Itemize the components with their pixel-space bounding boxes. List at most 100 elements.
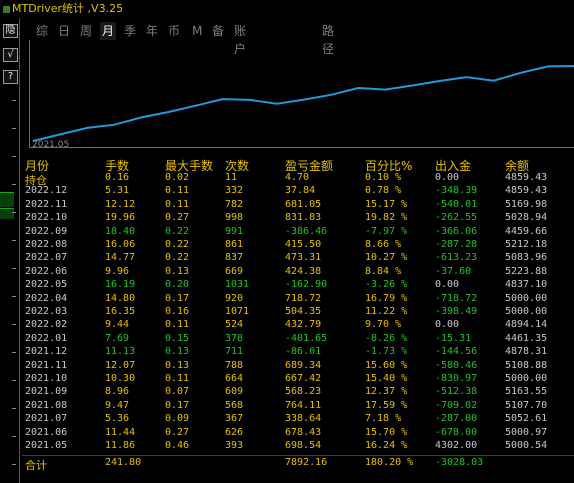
- table-cell-pct: 16.79 %: [365, 292, 408, 304]
- tab-week[interactable]: 周: [80, 22, 92, 40]
- tab-quarter[interactable]: 季: [124, 22, 136, 40]
- table-cell-balance: 4461.35: [505, 332, 548, 344]
- scale-tick: [12, 352, 16, 353]
- table-cell-month: 2021.05: [25, 440, 68, 451]
- window-title-bar: MTDriver统计 ,V3.25: [0, 0, 574, 18]
- tab-note[interactable]: 备: [212, 22, 224, 40]
- table-cell-flow: 0.00: [435, 319, 460, 331]
- scale-tick: [12, 240, 16, 241]
- table-cell-month: 2021.07: [25, 413, 68, 425]
- table-cell-count: 378: [225, 332, 244, 344]
- table-cell-pnl: -86.01: [285, 346, 322, 358]
- table-cell-count: 367: [225, 413, 244, 425]
- scale-tick: [12, 380, 16, 381]
- table-cell-flow: 4302.00: [435, 440, 478, 451]
- tab-month[interactable]: 月: [100, 22, 117, 40]
- table-cell-balance: 5107.70: [505, 399, 548, 411]
- table-cell-max-lots: 0.22: [165, 225, 190, 237]
- table-cell-month: 2022.05: [25, 279, 68, 291]
- balance-chart: [32, 65, 574, 142]
- table-cell-lots: 8.96: [105, 386, 130, 398]
- hide-button[interactable]: 隐: [3, 24, 18, 38]
- table-cell-count: 332: [225, 185, 244, 197]
- tab-day[interactable]: 日: [58, 22, 70, 40]
- table-cell-max-lots: 0.27: [165, 426, 190, 438]
- total-cash-flow: -3028.03: [435, 457, 484, 469]
- table-cell-balance: 5000.97: [505, 426, 548, 438]
- table-cell-pnl: 678.43: [285, 426, 322, 438]
- table-cell-pct: 17.59 %: [365, 399, 408, 411]
- table-cell-month: 2022.01: [25, 332, 68, 344]
- table-cell-flow: -366.06: [435, 225, 478, 237]
- check-button[interactable]: √: [3, 48, 18, 62]
- app-icon: [3, 5, 10, 13]
- table-cell-balance: 5163.55: [505, 386, 548, 398]
- tab-currency[interactable]: 币: [168, 22, 180, 40]
- table-cell-flow: -613.23: [435, 252, 478, 264]
- table-cell-pct: 16.24 %: [365, 440, 408, 451]
- table-cell-max-lots: 0.07: [165, 386, 190, 398]
- table-cell-max-lots: 0.11: [165, 373, 190, 384]
- table-cell-lots: 14.80: [105, 292, 136, 304]
- table-cell-max-lots: 0.17: [165, 292, 190, 304]
- table-cell-flow: 0.00: [435, 172, 460, 183]
- total-percent: 180.20 %: [365, 457, 414, 469]
- tab-year[interactable]: 年: [146, 22, 158, 40]
- table-cell-pnl: 689.34: [285, 359, 322, 371]
- table-cell-max-lots: 0.02: [165, 172, 190, 183]
- table-cell-flow: -287.28: [435, 239, 478, 250]
- table-cell-max-lots: 0.17: [165, 399, 190, 411]
- table-cell-month: 2022.10: [25, 212, 68, 224]
- table-cell-max-lots: 0.09: [165, 413, 190, 425]
- table-cell-flow: -830.97: [435, 373, 478, 384]
- table-cell-balance: 5000.00: [505, 306, 548, 317]
- table-cell-count: 669: [225, 265, 244, 277]
- table-cell-count: 711: [225, 346, 244, 358]
- table-cell-lots: 9.96: [105, 265, 130, 277]
- table-cell-count: 568: [225, 399, 244, 411]
- table-cell-pct: 0.10 %: [365, 172, 402, 183]
- side-indicator-bar: [0, 208, 14, 219]
- table-cell-pnl: 415.50: [285, 239, 322, 250]
- table-cell-count: 609: [225, 386, 244, 398]
- table-cell-pnl: 831.83: [285, 212, 322, 224]
- table-cell-count: 11: [225, 172, 238, 183]
- table-cell-balance: 4878.31: [505, 346, 548, 358]
- side-indicator-bar: [0, 192, 14, 207]
- table-cell-pct: -8.26 %: [365, 332, 408, 344]
- table-cell-flow: -15.31: [435, 332, 472, 344]
- table-cell-flow: -37.60: [435, 265, 472, 277]
- help-button[interactable]: ?: [3, 70, 18, 84]
- table-cell-flow: -262.55: [435, 212, 478, 224]
- tab-summary[interactable]: 综: [36, 22, 48, 40]
- scale-tick: [12, 436, 16, 437]
- table-cell-count: 524: [225, 319, 244, 331]
- scale-tick: [12, 324, 16, 325]
- table-cell-lots: 12.07: [105, 359, 136, 371]
- table-cell-lots: 18.40: [105, 225, 136, 237]
- table-cell-max-lots: 0.20: [165, 279, 190, 291]
- table-cell-lots: 14.77: [105, 252, 136, 264]
- table-cell-balance: 5028.94: [505, 212, 548, 224]
- table-cell-lots: 5.36: [105, 413, 130, 425]
- table-cell-pct: 19.82 %: [365, 212, 408, 224]
- table-cell-max-lots: 0.13: [165, 265, 190, 277]
- table-cell-lots: 9.47: [105, 399, 130, 411]
- table-cell-pnl: 424.38: [285, 265, 322, 277]
- table-cell-max-lots: 0.11: [165, 319, 190, 331]
- table-cell-pnl: -162.90: [285, 279, 328, 291]
- scale-tick: [12, 212, 16, 213]
- table-cell-pct: -7.97 %: [365, 225, 408, 237]
- table-cell-flow: 0.00: [435, 279, 460, 291]
- table-cell-balance: 4894.14: [505, 319, 548, 331]
- table-cell-month: 2022.09: [25, 225, 68, 237]
- table-cell-balance: 5000.00: [505, 292, 548, 304]
- table-cell-month: 2022.06: [25, 265, 68, 277]
- table-cell-balance: 4859.43: [505, 172, 548, 183]
- table-cell-count: 664: [225, 373, 244, 384]
- table-cell-max-lots: 0.11: [165, 198, 190, 210]
- table-cell-pct: 7.18 %: [365, 413, 402, 425]
- tab-m[interactable]: M: [192, 22, 202, 40]
- table-cell-pnl: -401.65: [285, 332, 328, 344]
- table-cell-max-lots: 0.11: [165, 185, 190, 197]
